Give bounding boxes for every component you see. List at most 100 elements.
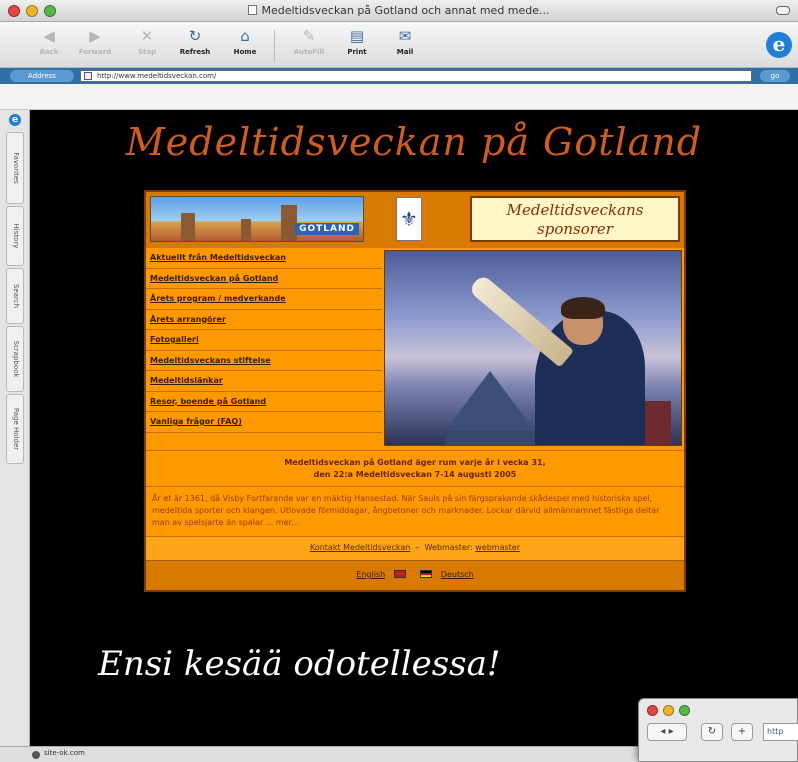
mini-add-icon[interactable]: +: [731, 723, 753, 741]
home-icon: ⌂: [240, 27, 250, 45]
german-flag-icon[interactable]: [420, 570, 433, 578]
toolbar-separator: [274, 30, 275, 62]
contact-link[interactable]: Kontakt Medeltidsveckan: [310, 543, 410, 552]
tab-history[interactable]: History: [6, 206, 24, 266]
mini-zoom-button[interactable]: [679, 705, 690, 716]
nav-link[interactable]: Årets arrangörer: [146, 310, 382, 330]
go-button[interactable]: go: [760, 70, 790, 82]
favorites-bar: [0, 84, 798, 110]
site-layout-table: GOTLAND ⚜ Medeltidsveckans sponsorer Akt…: [144, 190, 686, 592]
site-nav: Aktuellt från Medeltidsveckan Medeltidsv…: [146, 248, 382, 448]
print-button[interactable]: ▤ Print: [332, 27, 382, 56]
document-icon: [248, 5, 258, 15]
address-label: Address: [10, 70, 74, 82]
back-button[interactable]: ◀ Back: [24, 27, 74, 56]
mini-address-input[interactable]: http: [763, 723, 798, 741]
title-bar: Medeltidsveckan på Gotland och annat med…: [0, 0, 798, 22]
mini-minimize-button[interactable]: [663, 705, 674, 716]
forward-button[interactable]: ▶ Forward: [70, 27, 120, 56]
sponsor-line-2: sponsorer: [537, 220, 613, 238]
event-info-line-1: Medeltidsveckan på Gotland äger rum varj…: [284, 458, 546, 467]
address-url: http://www.medeltidsveckan.com/: [97, 72, 217, 80]
nav-link[interactable]: Aktuellt från Medeltidsveckan: [146, 248, 382, 269]
tower-shape: [181, 213, 195, 241]
address-bar: Address http://www.medeltidsveckan.com/ …: [0, 68, 798, 84]
right-arrow-icon: ▶: [89, 27, 101, 45]
contact-row: Kontakt Medeltidsveckan – Webmaster: web…: [146, 536, 684, 560]
mini-back-forward-button[interactable]: ◂ ▸: [647, 723, 687, 741]
status-text: site-ok.com: [44, 749, 85, 757]
tab-history-label: History: [12, 223, 20, 249]
tab-favorites-label: Favorites: [12, 152, 20, 184]
webmaster-link[interactable]: webmaster: [475, 543, 520, 552]
photo-hair: [561, 297, 605, 319]
nav-link[interactable]: Medeltidsveckan på Gotland: [146, 269, 382, 289]
ie-logo-icon: e: [766, 32, 792, 58]
mail-icon: ✉: [398, 27, 412, 45]
status-icon: [32, 751, 40, 759]
crest-icon: ⚜: [396, 197, 422, 241]
sponsor-button[interactable]: Medeltidsveckans sponsorer: [470, 196, 680, 242]
intro-text: År et är 1361, då Visby Fortfarande var …: [146, 486, 684, 536]
deutsch-link[interactable]: Deutsch: [441, 570, 474, 579]
home-label: Home: [233, 48, 257, 56]
nav-link[interactable]: Fotogalleri: [146, 330, 382, 351]
mini-reload-icon[interactable]: ↻: [701, 723, 723, 741]
event-info-line-2: den 22:a Medeltidsveckan 7-14 augusti 20…: [313, 470, 517, 479]
town-banner-image[interactable]: GOTLAND: [150, 196, 364, 242]
photo-horn: [467, 273, 574, 368]
event-info: Medeltidsveckan på Gotland äger rum varj…: [146, 450, 684, 486]
refresh-button[interactable]: ↻ Refresh: [170, 27, 220, 56]
refresh-label: Refresh: [179, 48, 211, 56]
nav-link[interactable]: Årets program / medverkande: [146, 289, 382, 310]
refresh-icon: ↻: [188, 27, 202, 45]
explorer-bar: e Favorites History Search Scrapbook Pag…: [0, 110, 30, 746]
tab-scrapbook[interactable]: Scrapbook: [6, 326, 24, 392]
forward-label: Forward: [78, 48, 112, 56]
caption-text: Ensi kesää odotellessa!: [98, 644, 501, 684]
mini-close-button[interactable]: [647, 705, 658, 716]
tab-scrapbook-label: Scrapbook: [12, 340, 20, 378]
sponsor-line-1: Medeltidsveckans: [506, 201, 644, 219]
address-input[interactable]: http://www.medeltidsveckan.com/: [80, 70, 752, 82]
left-arrow-icon: ◀: [43, 27, 55, 45]
nav-link[interactable]: Medeltidslänkar: [146, 371, 382, 392]
site-title: Medeltidsveckan på Gotland: [125, 120, 703, 164]
tower-shape: [241, 219, 251, 241]
background-browser-window[interactable]: ◂ ▸ ↻ + http: [638, 698, 798, 762]
nav-link[interactable]: Medeltidsveckans stiftelse: [146, 351, 382, 371]
nav-link[interactable]: Vanliga frågor (FAQ): [146, 412, 382, 433]
tab-page-holder-label: Page Holder: [12, 407, 20, 451]
photo-building: [445, 431, 535, 445]
page-icon: [84, 72, 92, 80]
webmaster-label: Webmaster:: [424, 543, 473, 552]
print-icon: ▤: [349, 27, 365, 45]
tab-favorites[interactable]: Favorites: [6, 132, 24, 204]
toolbar-toggle-button[interactable]: [776, 6, 790, 15]
tab-page-holder[interactable]: Page Holder: [6, 394, 24, 464]
mail-label: Mail: [396, 48, 414, 56]
stop-button[interactable]: ✕ Stop: [122, 27, 172, 56]
back-label: Back: [39, 48, 59, 56]
banner-gotland-text: GOTLAND: [295, 223, 359, 235]
tab-search[interactable]: Search: [6, 268, 24, 324]
uk-flag-icon[interactable]: [393, 570, 406, 578]
home-button[interactable]: ⌂ Home: [220, 27, 270, 56]
browser-window: Medeltidsveckan på Gotland och annat med…: [0, 0, 798, 762]
print-label: Print: [347, 48, 367, 56]
language-row: English Deutsch: [146, 560, 684, 590]
tab-search-label: Search: [12, 283, 20, 309]
banner-row: GOTLAND ⚜ Medeltidsveckans sponsorer: [146, 192, 684, 248]
nav-link[interactable]: Resor, boende på Gotland: [146, 392, 382, 412]
english-link[interactable]: English: [356, 570, 385, 579]
horn-blower-photo: [384, 250, 682, 446]
autofill-button[interactable]: ✎ AutoFill: [284, 27, 334, 56]
window-title: Medeltidsveckan på Gotland och annat med…: [0, 4, 798, 17]
stop-label: Stop: [137, 48, 157, 56]
photo-roof: [445, 371, 535, 431]
mail-button[interactable]: ✉ Mail: [380, 27, 430, 56]
separator-text: –: [412, 543, 425, 552]
window-title-text: Medeltidsveckan på Gotland och annat med…: [261, 4, 550, 17]
page-content: Medeltidsveckan på Gotland GOTLAND ⚜ Med…: [30, 110, 798, 746]
autofill-label: AutoFill: [293, 48, 325, 56]
